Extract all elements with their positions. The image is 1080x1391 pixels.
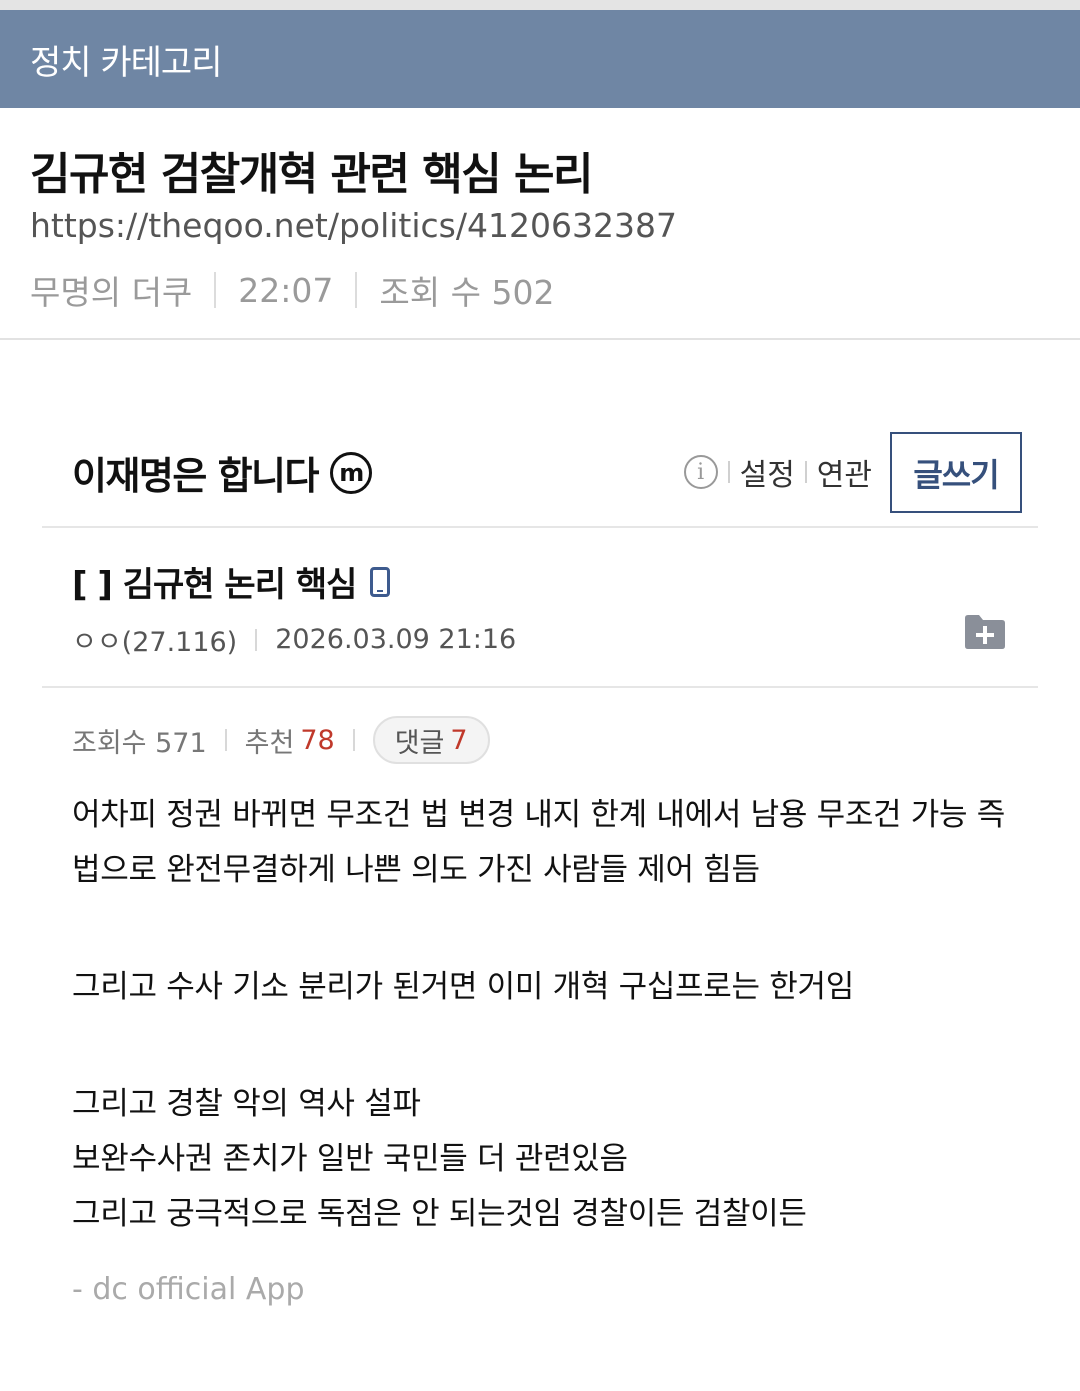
article-body: 어차피 정권 바뀌면 무조건 법 변경 내지 한계 내에서 남용 무조건 가능 … (72, 788, 1017, 1242)
category-header[interactable]: 정치 카테고리 (0, 10, 1080, 108)
minor-gallery-badge-icon: m (329, 451, 372, 494)
comments-label: 댓글 (394, 727, 445, 759)
post-title: 김규현 검찰개혁 관련 핵심 논리 (30, 149, 594, 200)
post-url[interactable]: https://theqoo.net/politics/4120632387 (30, 206, 677, 245)
body-paragraph: 그리고 궁극적으로 독점은 안 되는것임 경찰이든 검찰이든 (72, 1196, 807, 1232)
post-meta: 무명의 더쿠 22:07 조회 수 502 (30, 266, 554, 314)
gallery-name: 이재명은 합니다 (72, 454, 319, 498)
article-author[interactable]: ㅇㅇ(27.116) (72, 620, 237, 659)
post-time: 22:07 (238, 270, 334, 310)
mobile-phone-icon (370, 566, 391, 597)
divider (42, 526, 1038, 528)
info-icon[interactable]: i (683, 455, 718, 489)
article-datetime: 2026.03.09 21:16 (275, 624, 517, 655)
meta-separator (214, 272, 217, 308)
article-title-text: [ ] 김규현 논리 핵심 (72, 565, 357, 605)
tool-separator (727, 461, 730, 483)
article-views: 조회수 571 (72, 727, 207, 759)
gallery-title[interactable]: 이재명은 합니다 m (72, 445, 372, 500)
gallery-tools: i 설정 연관 (683, 450, 872, 494)
divider (42, 686, 1038, 688)
body-paragraph: 그리고 수사 기소 분리가 된거면 이미 개혁 구십프로는 한거임 (72, 969, 854, 1005)
settings-link[interactable]: 설정 (740, 450, 795, 494)
write-button[interactable]: 글쓰기 (890, 432, 1022, 513)
stats-separator (352, 729, 355, 751)
article-meta: ㅇㅇ(27.116) 2026.03.09 21:16 (72, 620, 516, 659)
divider (0, 338, 1080, 340)
meta-separator (355, 272, 358, 308)
comments-button[interactable]: 댓글 7 (372, 716, 490, 764)
recommend-count: 78 (300, 724, 335, 756)
category-title: 정치 카테고리 (30, 42, 222, 83)
article-title: [ ] 김규현 논리 핵심 (72, 557, 391, 606)
body-paragraph: 어차피 정권 바뀌면 무조건 법 변경 내지 한계 내에서 남용 무조건 가능 … (72, 797, 1006, 888)
article-stats: 조회수 571 추천 78 댓글 7 (72, 716, 490, 764)
recommend-label: 추천 (244, 727, 295, 759)
comments-count: 7 (450, 724, 468, 756)
top-strip (0, 0, 1080, 10)
post-author: 무명의 더쿠 (30, 273, 193, 312)
meta-separator (255, 628, 258, 651)
app-signature: - dc official App (72, 1272, 305, 1307)
stats-separator (224, 729, 227, 751)
body-paragraph: 그리고 경찰 악의 역사 설파 (72, 1086, 421, 1122)
related-link[interactable]: 연관 (817, 450, 872, 494)
body-paragraph: 보완수사권 존치가 일반 국민들 더 관련있음 (72, 1141, 628, 1177)
post-views: 조회 수 502 (379, 273, 555, 312)
tool-separator (804, 461, 807, 483)
folder-add-icon[interactable] (963, 612, 1007, 650)
